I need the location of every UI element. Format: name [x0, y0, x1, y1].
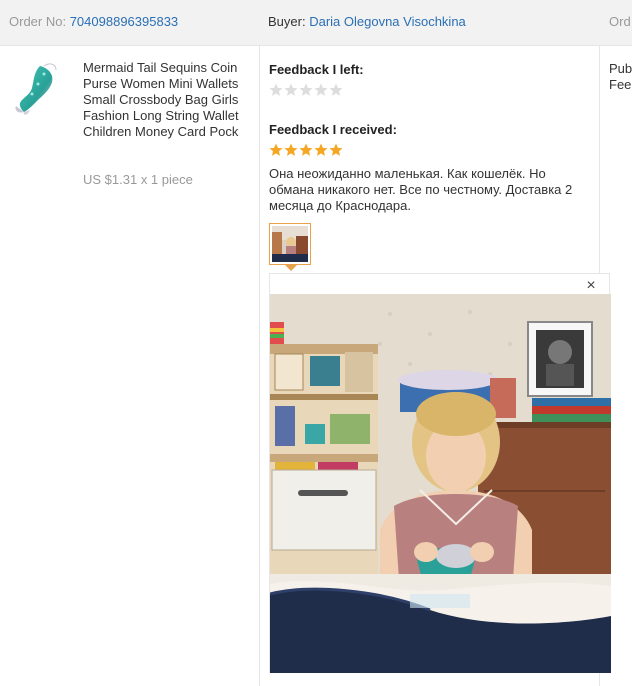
- star-icon: [269, 83, 283, 96]
- order-number: Order No: 704098896395833: [9, 14, 178, 29]
- buyer-name-link[interactable]: Daria Olegovna Visochkina: [309, 14, 466, 29]
- order-header-cut-label: Ord: [609, 14, 631, 29]
- right-column-line: Fee: [609, 77, 632, 92]
- star-icon: [329, 143, 343, 156]
- feedback-left-stars: [269, 83, 343, 97]
- review-text: Она неожиданно маленькая. Как кошелёк. Н…: [269, 166, 573, 213]
- review-photo-thumbnail[interactable]: [269, 223, 311, 265]
- thumbnail-pointer: [285, 265, 297, 271]
- product-thumbnail[interactable]: [10, 60, 62, 116]
- star-icon: [314, 143, 328, 156]
- feedback-received-stars: [269, 143, 343, 157]
- star-icon: [284, 143, 298, 156]
- right-column-line: Pub: [609, 61, 632, 76]
- star-icon: [314, 83, 328, 96]
- right-column-cut: Pub Fee: [609, 61, 632, 93]
- order-header: Order No: 704098896395833 Buyer: Daria O…: [0, 0, 632, 46]
- order-number-link[interactable]: 704098896395833: [70, 14, 178, 29]
- feedback-received-title: Feedback I received:: [269, 122, 397, 137]
- star-icon: [299, 83, 313, 96]
- buyer-info: Buyer: Daria Olegovna Visochkina: [268, 14, 466, 29]
- star-icon: [329, 83, 343, 96]
- column-divider: [259, 46, 260, 686]
- star-icon: [299, 143, 313, 156]
- order-number-label: Order No:: [9, 14, 67, 29]
- product-title[interactable]: Mermaid Tail Sequins Coin Purse Women Mi…: [83, 60, 255, 140]
- review-photo-preview: ×: [269, 273, 611, 673]
- review-photo-thumb-image: [272, 226, 308, 262]
- star-icon: [269, 143, 283, 156]
- review-photo-image: [270, 294, 611, 673]
- buyer-label: Buyer:: [268, 14, 306, 29]
- close-icon[interactable]: ×: [583, 278, 599, 294]
- feedback-left-title: Feedback I left:: [269, 62, 364, 77]
- product-price: US $1.31 x 1 piece: [83, 172, 193, 187]
- mermaid-purse-icon: [15, 63, 57, 115]
- star-icon: [284, 83, 298, 96]
- review-photo: [270, 294, 611, 673]
